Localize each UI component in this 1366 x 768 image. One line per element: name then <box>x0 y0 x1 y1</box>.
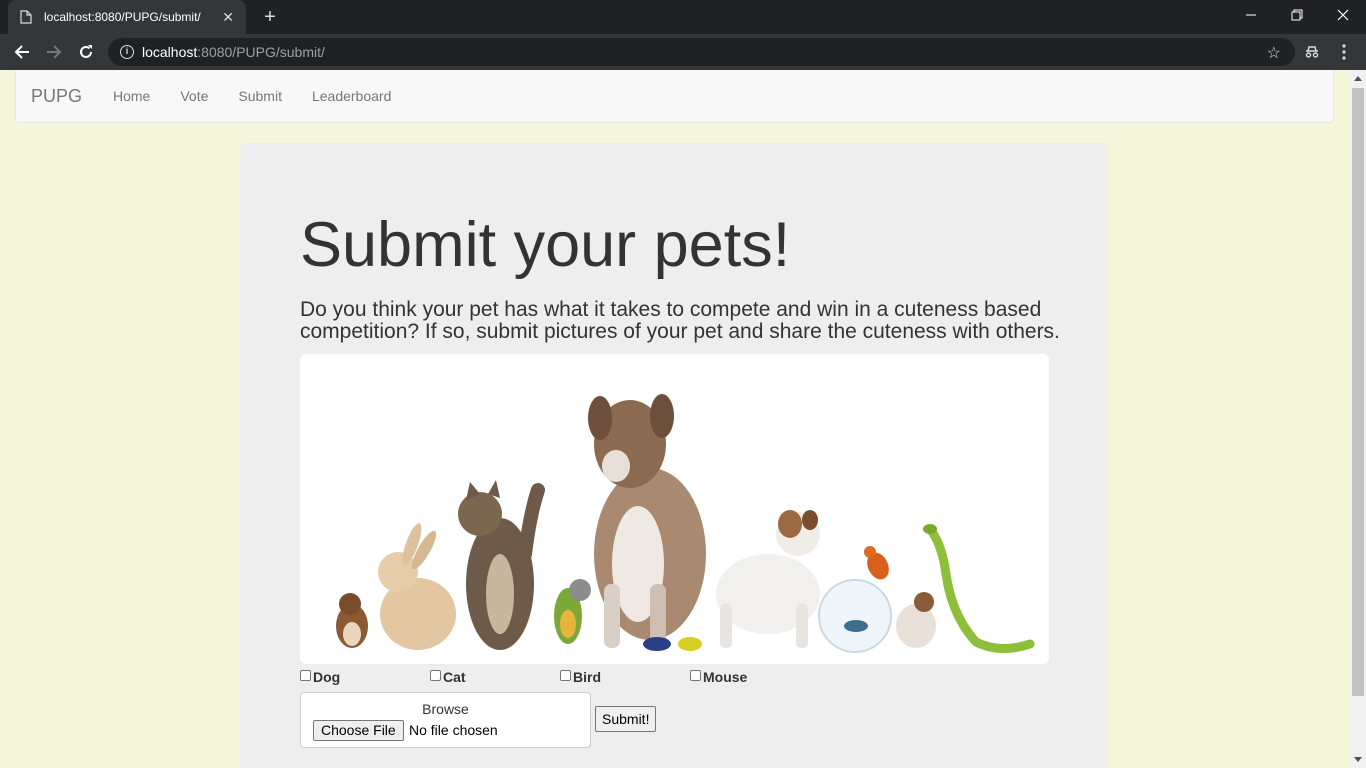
checkbox-dog-box[interactable] <box>300 669 311 681</box>
document-icon <box>20 10 32 24</box>
checkbox-cat-label: Cat <box>443 669 466 685</box>
browser-toolbar: i localhost:8080/PUPG/submit/ ☆ <box>0 34 1366 70</box>
pets-illustration <box>336 394 1035 653</box>
tab-title: localhost:8080/PUPG/submit/ <box>44 10 201 24</box>
lead-text: Do you think your pet has what it takes … <box>300 298 1060 343</box>
checkbox-cat-box[interactable] <box>430 669 441 681</box>
nav-submit[interactable]: Submit <box>223 70 297 122</box>
address-bar[interactable]: i localhost:8080/PUPG/submit/ ☆ <box>108 38 1295 66</box>
nav-home[interactable]: Home <box>98 70 165 122</box>
url-path: :8080/PUPG/submit/ <box>197 44 325 60</box>
page-title: Submit your pets! <box>300 210 791 280</box>
close-tab-icon[interactable]: ✕ <box>222 9 234 26</box>
file-upload-box: Browse Choose File No file chosen <box>300 692 591 748</box>
checkbox-dog[interactable]: Dog <box>300 669 340 685</box>
pets-hero-image <box>300 354 1049 664</box>
jumbotron: Submit your pets! Do you think your pet … <box>240 143 1108 768</box>
nav-links: Home Vote Submit Leaderboard <box>98 70 406 122</box>
page-scrollbar[interactable] <box>1350 70 1366 768</box>
checkbox-cat[interactable]: Cat <box>430 669 466 685</box>
back-arrow-icon[interactable] <box>10 40 34 64</box>
scroll-up-icon[interactable] <box>1354 76 1362 81</box>
new-tab-icon[interactable]: + <box>258 5 282 29</box>
bookmark-star-icon[interactable]: ☆ <box>1267 43 1281 63</box>
checkbox-mouse[interactable]: Mouse <box>690 669 747 685</box>
site-info-icon[interactable]: i <box>120 45 134 59</box>
scrollbar-thumb[interactable] <box>1352 88 1364 696</box>
nav-vote[interactable]: Vote <box>165 70 223 122</box>
minimize-icon[interactable] <box>1228 0 1274 30</box>
browser-tabbar: localhost:8080/PUPG/submit/ ✕ + <box>0 0 1366 34</box>
incognito-icon[interactable] <box>1302 42 1322 62</box>
nav-leaderboard[interactable]: Leaderboard <box>297 70 406 122</box>
submit-button[interactable]: Submit! <box>595 706 657 732</box>
checkbox-bird[interactable]: Bird <box>560 669 601 685</box>
site-navbar: PUPG Home Vote Submit Leaderboard <box>15 70 1334 123</box>
page-viewport: PUPG Home Vote Submit Leaderboard Submit… <box>0 70 1350 768</box>
choose-file-button[interactable]: Choose File <box>313 720 404 741</box>
forward-arrow-icon[interactable] <box>42 40 66 64</box>
checkbox-bird-label: Bird <box>573 669 601 685</box>
kebab-menu-icon[interactable] <box>1334 42 1354 62</box>
checkbox-dog-label: Dog <box>313 669 341 685</box>
file-status: No file chosen <box>409 722 498 738</box>
checkbox-mouse-label: Mouse <box>703 669 748 685</box>
url-host: localhost <box>142 44 198 60</box>
close-window-icon[interactable] <box>1320 0 1366 30</box>
checkbox-mouse-box[interactable] <box>690 669 701 681</box>
scroll-down-icon[interactable] <box>1354 757 1362 762</box>
checkbox-bird-box[interactable] <box>560 669 571 681</box>
restore-icon[interactable] <box>1274 0 1320 30</box>
reload-icon[interactable] <box>74 40 98 64</box>
browser-tab[interactable]: localhost:8080/PUPG/submit/ ✕ <box>8 0 246 34</box>
pet-type-checkboxes: Dog Cat Bird Mouse <box>300 669 860 689</box>
upload-label: Browse <box>422 701 469 717</box>
brand-logo[interactable]: PUPG <box>31 86 82 107</box>
